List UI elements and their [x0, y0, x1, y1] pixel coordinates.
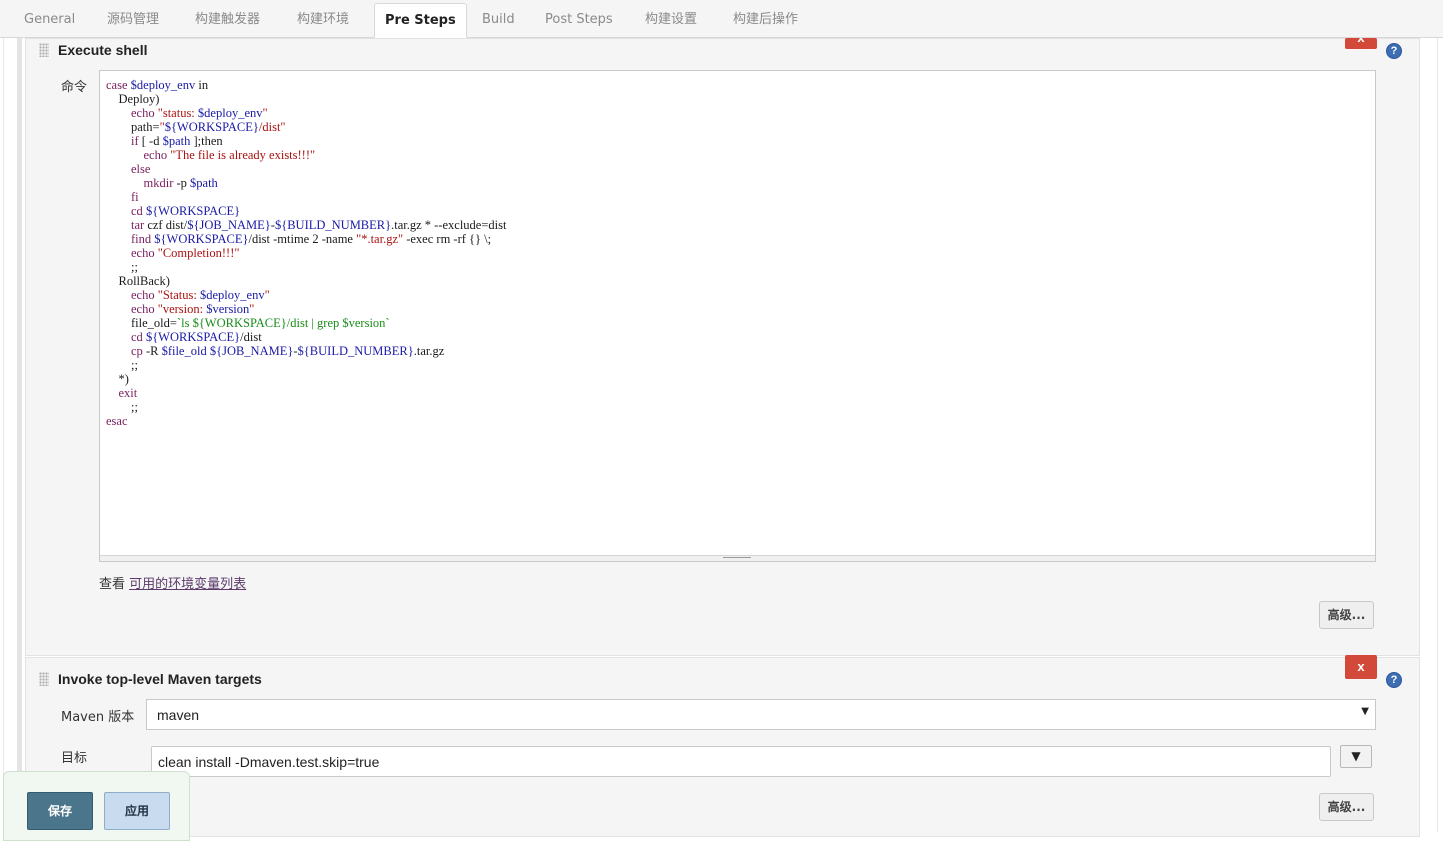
tab-build-environment[interactable]: 构建环境	[297, 0, 349, 38]
tab-post-build-actions[interactable]: 构建后操作	[733, 0, 798, 38]
maven-version-label: Maven 版本	[61, 710, 135, 725]
tab-build-triggers[interactable]: 构建触发器	[195, 0, 260, 38]
command-editor[interactable]: case $deploy_env in Deploy) echo "status…	[99, 70, 1376, 562]
goals-input[interactable]: clean install -Dmaven.test.skip=true	[151, 746, 1331, 777]
resize-grip-icon	[723, 557, 751, 561]
dropdown-arrow-icon: ▼	[1361, 706, 1369, 717]
tab-build-settings[interactable]: 构建设置	[645, 0, 697, 38]
goals-label: 目标	[61, 751, 88, 766]
tab-post-steps[interactable]: Post Steps	[545, 0, 613, 38]
maven-section-title: Invoke top-level Maven targets	[58, 671, 262, 687]
tab-build[interactable]: Build	[482, 0, 515, 38]
resize-handle[interactable]	[100, 555, 1375, 561]
maven-version-select[interactable]: maven ▼	[146, 699, 1376, 730]
drag-handle-icon[interactable]	[39, 43, 49, 57]
tab-general[interactable]: General	[24, 0, 75, 38]
section-rail	[17, 38, 22, 832]
help-icon[interactable]: ?	[1386, 43, 1402, 59]
tab-bar: General 源码管理 构建触发器 构建环境 Pre Steps Build …	[0, 0, 1443, 38]
execute-shell-title: Execute shell	[58, 42, 148, 58]
tab-source-control[interactable]: 源码管理	[107, 0, 159, 38]
delete-step-button[interactable]: x	[1345, 38, 1377, 49]
advanced-button[interactable]: 高级...	[1319, 793, 1374, 821]
env-variables-link[interactable]: 可用的环境变量列表	[129, 577, 246, 592]
page-border-left	[3, 38, 4, 832]
command-label: 命令	[61, 80, 88, 95]
save-button[interactable]: 保存	[27, 792, 93, 830]
command-text[interactable]: case $deploy_env in Deploy) echo "status…	[106, 78, 506, 428]
env-prefix-text: 查看	[99, 577, 130, 592]
advanced-button[interactable]: 高级...	[1319, 601, 1374, 629]
env-variables-line: 查看 可用的环境变量列表	[99, 573, 246, 592]
delete-step-button[interactable]: x	[1345, 655, 1377, 679]
expand-textarea-button[interactable]: ▼	[1340, 745, 1372, 768]
drag-handle-icon[interactable]	[39, 672, 49, 686]
apply-button[interactable]: 应用	[104, 792, 170, 830]
goals-value: clean install -Dmaven.test.skip=true	[158, 754, 380, 770]
delete-icon: x	[1357, 38, 1364, 45]
maven-version-value: maven	[157, 707, 200, 723]
tab-pre-steps[interactable]: Pre Steps	[374, 3, 467, 38]
help-icon[interactable]: ?	[1386, 672, 1402, 688]
page-border-right	[1437, 38, 1438, 832]
